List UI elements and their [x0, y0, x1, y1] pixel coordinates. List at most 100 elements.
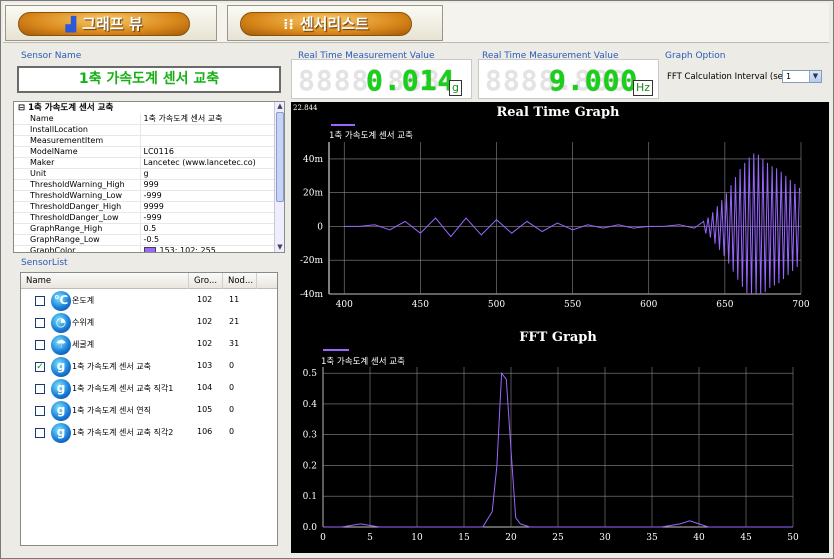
- y-tick-label: 0.5: [303, 369, 318, 379]
- x-tick-label: 5: [367, 533, 373, 543]
- column-header-node[interactable]: Nod...: [223, 273, 257, 289]
- property-row[interactable]: ThresholdWarning_High 999: [14, 179, 276, 191]
- property-key: ModelName: [14, 146, 141, 158]
- sensor-list-item[interactable]: g 1축 가속도계 센서 교축 직각1 104 0: [21, 378, 277, 400]
- collapse-icon[interactable]: ⊟: [18, 103, 25, 113]
- property-row[interactable]: InstallLocation: [14, 124, 276, 136]
- scroll-up-icon[interactable]: ▲: [275, 102, 284, 111]
- realtime-graph: 22.844 Real Time Graph 1축 가속도계 센서 교축 400…: [293, 104, 810, 310]
- thermometer-icon: ℃: [51, 291, 71, 311]
- sensor-name-display: 1축 가속도계 센서 교축: [17, 66, 281, 93]
- tab-graph-view[interactable]: ▟ 그래프 뷰: [5, 5, 217, 41]
- sensor-group: 103: [197, 361, 213, 370]
- fft-interval-select[interactable]: 1 ▼: [782, 70, 822, 83]
- property-row[interactable]: ModelName LC0116: [14, 146, 276, 158]
- x-tick-label: 35: [646, 533, 658, 543]
- y-tick-label: 0.3: [303, 431, 318, 441]
- sensor-group: 102: [197, 295, 213, 304]
- sensor-list-group-label: SensorList: [21, 258, 68, 268]
- sensor-list-item[interactable]: g 1축 가속도계 센서 교축 직각2 106 0: [21, 422, 277, 444]
- property-key: GraphRange_Low: [14, 234, 141, 246]
- sensor-group: 102: [197, 317, 213, 326]
- property-row[interactable]: ThresholdDanger_Low -999: [14, 212, 276, 224]
- fft-title: FFT Graph: [519, 330, 597, 345]
- water-level-icon: ◔: [51, 313, 71, 333]
- y-tick-label: 40m: [303, 155, 323, 165]
- realtime-title: Real Time Graph: [496, 105, 620, 120]
- column-header-group[interactable]: Gro...: [189, 273, 223, 289]
- sensor-node: 0: [229, 427, 235, 436]
- measure2-display: 8888.888 9.000 Hz: [478, 59, 659, 99]
- sensor-list-item[interactable]: ☂ 세굴계 102 31: [21, 334, 277, 356]
- graph-option-label: Graph Option: [665, 51, 726, 61]
- property-row[interactable]: Name 1축 가속도계 센서 교축: [14, 114, 276, 125]
- sensor-checkbox[interactable]: [35, 340, 45, 350]
- realtime-series-line: [344, 153, 800, 295]
- property-grid-title: 1축 가속도계 센서 교축: [28, 103, 114, 113]
- x-tick-label: 650: [716, 300, 733, 310]
- bar-chart-icon: ▟: [65, 17, 77, 33]
- x-tick-label: 10: [411, 533, 423, 543]
- property-row[interactable]: ThresholdDanger_High 9999: [14, 201, 276, 213]
- property-row[interactable]: GraphColor 153; 102; 255: [14, 245, 276, 252]
- property-row[interactable]: Unit g: [14, 168, 276, 180]
- tab-bar: ▟ 그래프 뷰 ⁞⁝ 센서리스트: [3, 3, 829, 43]
- property-row[interactable]: ThresholdWarning_Low -999: [14, 190, 276, 202]
- tab-sensor-list[interactable]: ⁞⁝ 센서리스트: [227, 5, 443, 41]
- x-tick-label: 20: [505, 533, 517, 543]
- sensor-group: 102: [197, 339, 213, 348]
- sensor-list-item[interactable]: ℃ 온도계 102 11: [21, 290, 277, 312]
- y-tick-label: 0.0: [303, 523, 318, 533]
- property-key: ThresholdDanger_High: [14, 201, 141, 213]
- x-tick-label: 550: [564, 300, 581, 310]
- y-tick-label: 0: [317, 222, 323, 232]
- sensor-list-item[interactable]: ◔ 수위계 102 21: [21, 312, 277, 334]
- property-grid[interactable]: ⊟ 1축 가속도계 센서 교축 Name 1축 가속도계 센서 교축 Install…: [13, 101, 285, 253]
- sensor-name: 1축 가속도계 센서 교축 직각1: [72, 384, 174, 393]
- property-scrollbar[interactable]: ▲ ▼: [274, 102, 284, 252]
- property-key: Unit: [14, 168, 141, 180]
- x-tick-label: 400: [336, 300, 353, 310]
- property-key: GraphColor: [14, 245, 141, 252]
- tab-graph-view-pill: ▟ 그래프 뷰: [18, 12, 190, 36]
- fft-legend-label: 1축 가속도계 센서 교축: [321, 356, 405, 367]
- property-value: 1축 가속도계 센서 교축: [140, 114, 276, 125]
- sensor-name-group-label: Sensor Name: [21, 51, 82, 61]
- x-tick-label: 30: [599, 533, 611, 543]
- y-tick-label: 20m: [303, 189, 323, 199]
- x-tick-label: 15: [458, 533, 470, 543]
- property-table: Name 1축 가속도계 센서 교축 InstallLocation Measurem…: [14, 114, 276, 252]
- column-header-name[interactable]: Name: [21, 273, 189, 289]
- sensor-list[interactable]: Name Gro... Nod... ℃ 온도계 102 11 ◔ 수위계 102 21 ☂ 세굴…: [20, 272, 278, 546]
- property-value: -0.5: [140, 234, 276, 246]
- property-row[interactable]: GraphRange_High 0.5: [14, 223, 276, 235]
- sensor-group: 106: [197, 427, 213, 436]
- sensor-checkbox[interactable]: [35, 428, 45, 438]
- fft-graph: FFT Graph 1축 가속도계 센서 교축 0 5 10 15 20 25 30 35 40…: [303, 330, 799, 543]
- scroll-thumb[interactable]: [276, 112, 284, 202]
- property-row[interactable]: MeasurementItem: [14, 135, 276, 147]
- realtime-corner-label: 22.844: [293, 104, 318, 112]
- x-tick-label: 700: [792, 300, 809, 310]
- sensor-checkbox[interactable]: [35, 384, 45, 394]
- property-row[interactable]: GraphRange_Low -0.5: [14, 234, 276, 246]
- property-row[interactable]: Maker Lancetec (www.lancetec.co): [14, 157, 276, 169]
- sensor-list-item[interactable]: ✓ g 1축 가속도계 센서 교축 103 0: [21, 356, 277, 378]
- sensor-list-header: Name Gro... Nod...: [21, 273, 277, 289]
- scroll-down-icon[interactable]: ▼: [275, 243, 284, 252]
- y-tick-label: 0.4: [303, 400, 318, 410]
- sensor-node: 0: [229, 361, 235, 370]
- sensor-checkbox[interactable]: [35, 296, 45, 306]
- color-swatch: [143, 247, 156, 252]
- sensor-checkbox[interactable]: [35, 318, 45, 328]
- sensor-node: 0: [229, 405, 235, 414]
- sensor-name: 세굴계: [72, 340, 95, 349]
- sensor-node: 0: [229, 383, 235, 392]
- sensor-checkbox[interactable]: [35, 406, 45, 416]
- chevron-down-icon[interactable]: ▼: [809, 71, 821, 82]
- property-key: Maker: [14, 157, 141, 169]
- sensor-checkbox[interactable]: ✓: [35, 362, 45, 372]
- sensor-list-item[interactable]: g 1축 가속도계 센서 연직 105 0: [21, 400, 277, 422]
- sensor-name: 1축 가속도계 센서 교축 직각2: [72, 428, 174, 437]
- x-tick-label: 0: [320, 533, 326, 543]
